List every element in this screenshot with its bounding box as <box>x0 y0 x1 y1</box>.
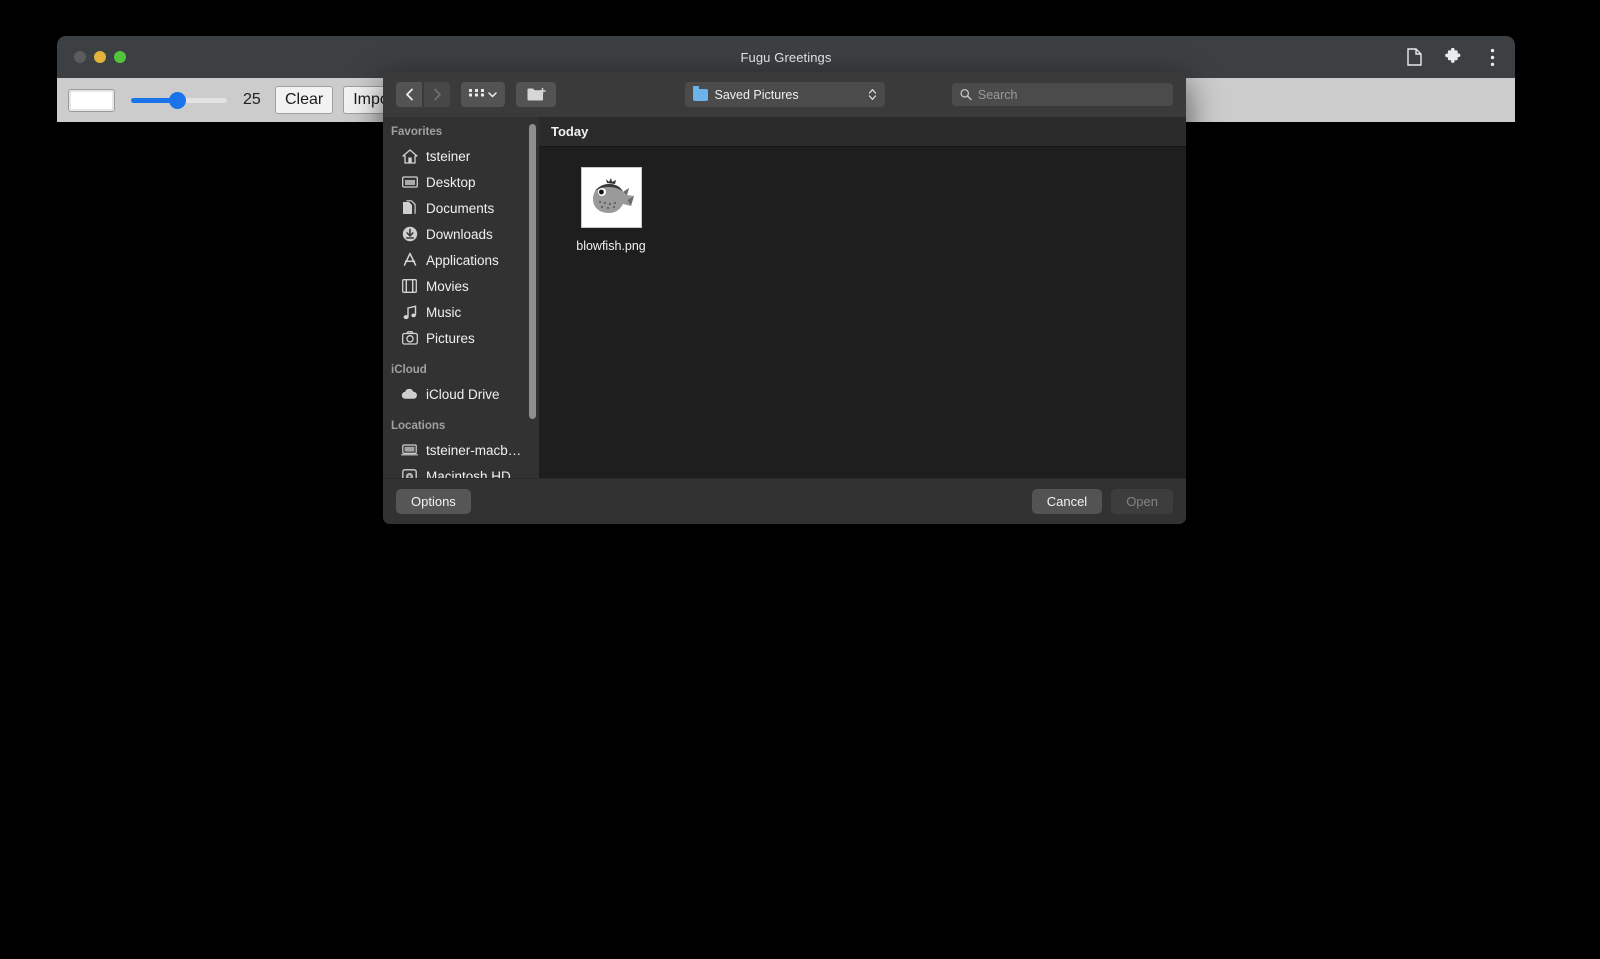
sidebar-item-icloud-drive[interactable]: iCloud Drive <box>383 381 539 407</box>
sidebar-item-tsteiner-macbook[interactable]: tsteiner-macb… <box>383 437 539 463</box>
slider-thumb[interactable] <box>169 92 186 109</box>
new-folder-button[interactable] <box>516 82 556 107</box>
sidebar-item-pictures[interactable]: Pictures <box>383 325 539 351</box>
more-vertical-icon[interactable] <box>1481 45 1503 69</box>
titlebar-actions <box>1403 36 1503 78</box>
screen: Fugu Greetings 25 Clear Import Saved Pic… <box>0 0 1600 959</box>
sidebar-item-label: Pictures <box>426 330 475 346</box>
sidebar-scrollbar[interactable] <box>529 124 536 419</box>
file-dialog-body: Favorites tsteiner Desktop Documents Dow… <box>383 117 1186 478</box>
sidebar-item-music[interactable]: Music <box>383 299 539 325</box>
cloud-icon <box>401 386 418 403</box>
file-dialog-footer: Options Cancel Open <box>383 478 1186 524</box>
sidebar-group-favorites-title: Favorites <box>391 126 443 138</box>
sidebar-group-icloud-title: iCloud <box>391 364 427 376</box>
line-width-slider[interactable] <box>131 89 227 111</box>
sidebar-item-label: Movies <box>426 278 469 294</box>
back-button[interactable] <box>396 82 422 107</box>
downloads-icon <box>401 226 418 243</box>
documents-icon <box>401 200 418 217</box>
sidebar-item-label: Music <box>426 304 462 320</box>
sidebar-item-applications[interactable]: Applications <box>383 247 539 273</box>
music-icon <box>401 304 418 321</box>
path-location-dropdown[interactable]: Saved Pictures <box>684 82 885 107</box>
chevron-down-icon <box>488 91 497 97</box>
clear-button[interactable]: Clear <box>275 85 334 115</box>
options-button[interactable]: Options <box>396 489 471 514</box>
blowfish-thumbnail <box>580 167 642 228</box>
file-open-dialog: Saved Pictures Favorites <box>383 72 1186 524</box>
pictures-icon <box>401 330 418 347</box>
view-options-button[interactable] <box>461 82 505 107</box>
desktop-icon <box>401 174 418 191</box>
sidebar-item-label: Macintosh HD <box>426 468 511 479</box>
file-grid: blowfish.png <box>539 147 1186 253</box>
sidebar-item-macintosh-hd[interactable]: Macintosh HD <box>383 463 539 478</box>
sidebar-item-label: Documents <box>426 200 495 216</box>
footer-actions: Cancel Open <box>1031 489 1173 514</box>
open-button[interactable]: Open <box>1111 489 1173 514</box>
updown-chevrons-icon <box>868 89 876 100</box>
grid-view-icon <box>469 89 484 97</box>
cancel-button[interactable]: Cancel <box>1031 489 1103 514</box>
sidebar-item-label: Downloads <box>426 226 493 242</box>
sidebar-item-label: tsteiner-macb… <box>426 442 522 458</box>
sidebar-item-tsteiner[interactable]: tsteiner <box>383 143 539 169</box>
file-list-pane: Today blowfish.png <box>539 117 1186 478</box>
file-dialog-toolbar: Saved Pictures <box>383 72 1186 117</box>
file-item[interactable]: blowfish.png <box>563 167 659 253</box>
home-icon <box>401 148 418 165</box>
page-icon[interactable] <box>1403 45 1425 69</box>
sidebar-item-label: Desktop <box>426 174 476 190</box>
navigation-buttons <box>396 82 450 107</box>
sidebar-item-label: Applications <box>426 252 499 268</box>
search-field[interactable] <box>952 83 1173 106</box>
sidebar: Favorites tsteiner Desktop Documents Dow… <box>383 117 539 478</box>
new-folder-icon <box>527 87 546 101</box>
current-folder-label: Saved Pictures <box>714 87 799 102</box>
laptop-icon <box>401 442 418 459</box>
section-header: Today <box>539 117 1186 147</box>
sidebar-item-label: tsteiner <box>426 148 471 164</box>
extensions-puzzle-icon[interactable] <box>1442 45 1464 69</box>
search-icon <box>960 89 972 101</box>
section-header-label: Today <box>551 124 589 139</box>
sidebar-item-desktop[interactable]: Desktop <box>383 169 539 195</box>
harddisk-icon <box>401 468 418 478</box>
color-picker-swatch[interactable] <box>68 88 115 112</box>
sidebar-item-documents[interactable]: Documents <box>383 195 539 221</box>
folder-icon <box>692 85 708 101</box>
applications-icon <box>401 252 418 269</box>
sidebar-item-movies[interactable]: Movies <box>383 273 539 299</box>
file-name-label: blowfish.png <box>576 239 646 253</box>
movies-icon <box>401 278 418 295</box>
search-input[interactable] <box>977 87 1165 102</box>
sidebar-item-label: iCloud Drive <box>426 386 500 402</box>
blowfish-image <box>593 177 634 213</box>
sidebar-group-locations-title: Locations <box>391 420 446 432</box>
forward-button[interactable] <box>424 82 450 107</box>
window-title: Fugu Greetings <box>740 50 832 65</box>
sidebar-item-downloads[interactable]: Downloads <box>383 221 539 247</box>
slider-value-label: 25 <box>243 91 261 108</box>
